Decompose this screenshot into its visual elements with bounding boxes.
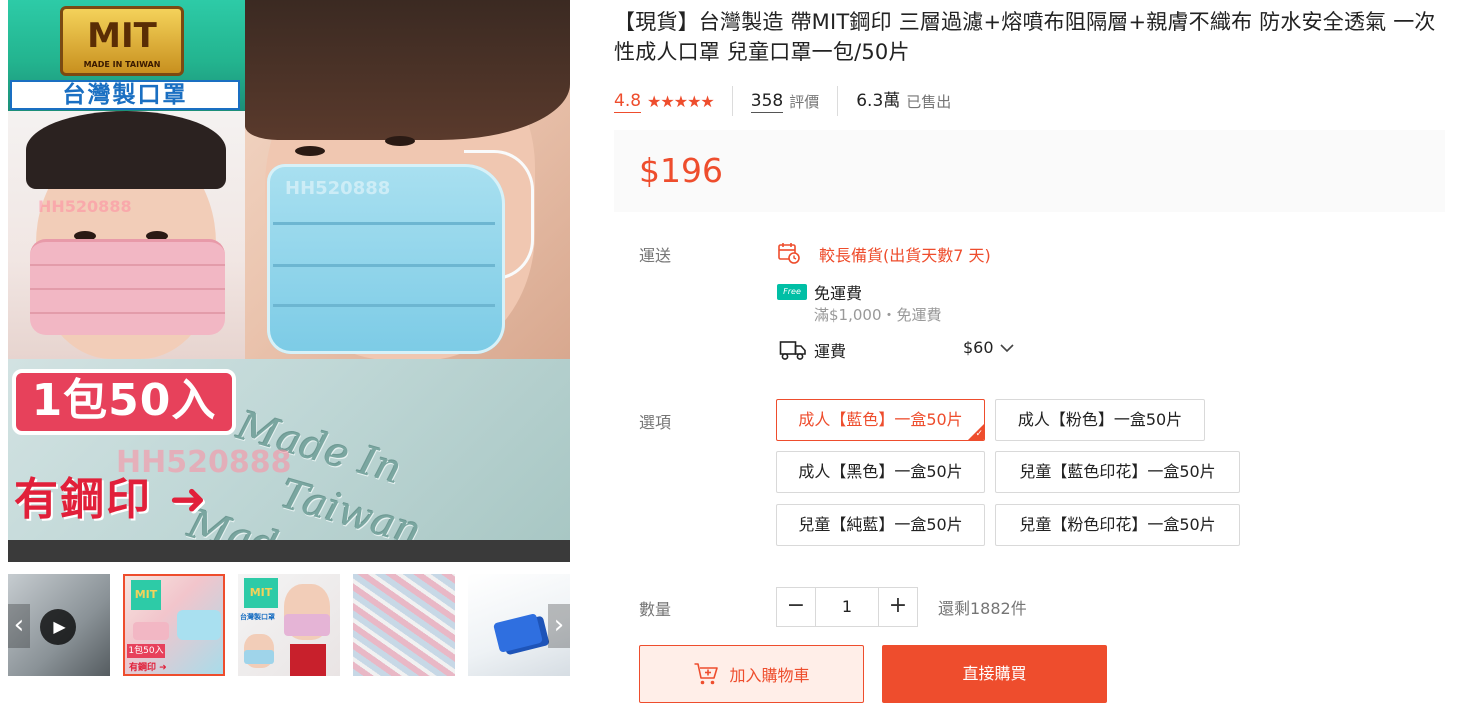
add-to-cart-label: 加入購物車 (729, 666, 810, 685)
woman-photo: HH520888 (245, 0, 570, 359)
mini-pack-label: 1包50入 (127, 644, 165, 658)
quantity-label: 數量 (639, 600, 672, 619)
taiwan-made-banner: 台灣製口罩 (10, 80, 240, 110)
free-shipping-condition: 滿$1,000・免運費 (814, 306, 942, 324)
play-icon[interactable]: ▶ (40, 609, 76, 645)
review-count[interactable]: 358 (750, 90, 784, 113)
steel-stamp-text: 有鋼印 (14, 474, 152, 525)
shipping-fee-value[interactable]: $60 (963, 338, 994, 357)
child-photo: HH520888 (8, 111, 245, 359)
option-adult-blue[interactable]: 成人【藍色】一盒50片 ✓ (776, 399, 985, 441)
child-hair (26, 111, 226, 189)
woman-eye-right (385, 136, 415, 146)
carousel-next-button[interactable]: › (548, 604, 570, 648)
thumbnail-3[interactable]: MIT 台灣製口罩 (238, 574, 340, 676)
mit-badge: MIT MADE IN TAIWAN (60, 6, 184, 76)
option-label: 成人【藍色】一盒50片 (798, 410, 963, 429)
mini-child-mask (284, 614, 330, 636)
options-label: 選項 (639, 413, 672, 432)
main-product-image[interactable]: MIT MADE IN TAIWAN 台灣製口罩 HH520888 HH5208… (8, 0, 570, 562)
blue-nose-clip (493, 613, 543, 653)
steel-stamp-closeup: Made In Taiwan Made In Tai 1包50入 有鋼印 ➜ H… (8, 359, 570, 562)
shipping-fee-label: 運費 (814, 342, 847, 361)
option-label: 兒童【純藍】一盒50片 (798, 515, 963, 534)
calendar-clock-icon (778, 243, 800, 264)
option-child-pure-blue[interactable]: 兒童【純藍】一盒50片 (776, 504, 985, 546)
checkmark-icon: ✓ (975, 429, 983, 439)
option-label: 兒童【粉色印花】一盒50片 (1019, 515, 1216, 534)
rating-row: 4.8 ★★★★★ 358 評價 6.3萬 已售出 (614, 86, 951, 116)
child-pink-mask (30, 239, 225, 335)
preorder-notice: 較長備貨(出貨天數7 天) (819, 246, 991, 265)
quantity-decrease-button[interactable]: − (777, 588, 816, 626)
option-label: 成人【黑色】一盒50片 (798, 462, 963, 481)
thumbnail-2[interactable]: MIT 1包50入 有鋼印 ➜ (123, 574, 225, 676)
review-label: 評價 (789, 92, 820, 111)
sold-label: 已售出 (906, 92, 952, 111)
mask-box-edge (8, 540, 570, 562)
buy-now-button[interactable]: 直接購買 (882, 645, 1107, 703)
mini-pink-mask (133, 622, 169, 640)
mini-mit-badge: MIT (131, 580, 161, 610)
carousel-prev-button[interactable]: ‹ (8, 604, 30, 648)
option-label: 成人【粉色】一盒50片 (1017, 410, 1183, 429)
mini-blue-mask (177, 610, 221, 640)
price-panel: $196 (614, 130, 1445, 212)
mit-badge-text: MIT (87, 16, 157, 56)
option-adult-pink[interactable]: 成人【粉色】一盒50片 (995, 399, 1205, 441)
woman-eye-left (295, 146, 325, 156)
option-label: 兒童【藍色印花】一盒50片 (1019, 462, 1216, 481)
shipping-label: 運送 (639, 246, 672, 265)
mini-child-shirt (290, 644, 326, 676)
option-adult-black[interactable]: 成人【黑色】一盒50片 (776, 451, 985, 493)
mini-mit-badge: MIT (244, 578, 278, 608)
pack-count-label: 1包50入 (12, 369, 236, 435)
mit-badge-subtext: MADE IN TAIWAN (83, 60, 161, 69)
rating-score[interactable]: 4.8 (614, 90, 642, 113)
free-shipping-badge-icon: Free (777, 284, 807, 300)
product-title: 【現貨】台灣製造 帶MIT鋼印 三層過濾+熔噴布阻隔層+親膚不織布 防水安全透氣… (614, 10, 1436, 64)
add-to-cart-button[interactable]: 加入購物車 (639, 645, 864, 703)
add-to-cart-icon (694, 663, 719, 685)
mini-stamp-label: 有鋼印 ➜ (129, 663, 167, 673)
woman-hair (245, 0, 570, 140)
mini-boy-mask (244, 650, 274, 664)
thumbnail-4[interactable] (353, 574, 455, 676)
thumbnail-carousel: ▶ MIT 1包50入 有鋼印 ➜ MIT 台灣製口罩 ‹ › (8, 574, 570, 678)
quantity-stepper: − 1 + (776, 587, 918, 627)
watermark: HH520888 (38, 197, 132, 216)
option-child-pink-print[interactable]: 兒童【粉色印花】一盒50片 (995, 504, 1240, 546)
truck-icon (779, 341, 806, 360)
star-rating-icon: ★★★★★ (647, 91, 715, 111)
divider (837, 86, 839, 116)
mit-logo-panel: MIT MADE IN TAIWAN 台灣製口罩 (8, 0, 245, 111)
quantity-input[interactable]: 1 (816, 588, 878, 626)
sold-count: 6.3萬 (856, 91, 901, 111)
stock-remaining: 還剩1882件 (938, 599, 1027, 618)
free-shipping-title: 免運費 (814, 284, 863, 303)
embossed-made-in-taiwan: Made In Taiwan Made In Tai (183, 399, 564, 562)
quantity-increase-button[interactable]: + (878, 588, 917, 626)
product-price: $196 (639, 151, 723, 190)
divider (731, 86, 733, 116)
watermark: HH520888 (116, 445, 292, 480)
arrow-right-icon: ➜ (169, 474, 209, 525)
option-child-blue-print[interactable]: 兒童【藍色印花】一盒50片 (995, 451, 1240, 493)
watermark: HH520888 (285, 178, 391, 199)
mini-banner: 台灣製口罩 (240, 613, 275, 621)
chevron-down-icon[interactable] (999, 342, 1015, 354)
